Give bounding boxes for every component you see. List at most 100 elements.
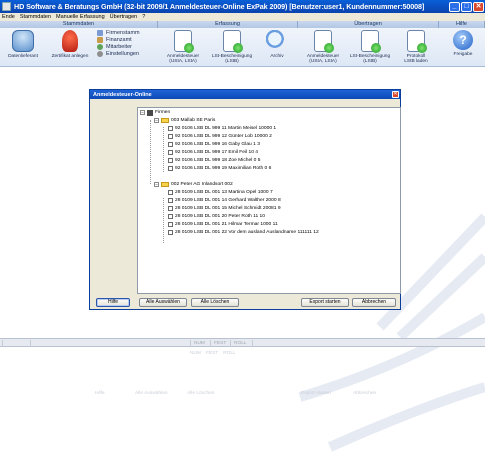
entry-checkbox[interactable] xyxy=(168,190,173,195)
group-header-erfassung: Erfassung xyxy=(158,21,298,28)
app-icon xyxy=(2,2,11,11)
tree-entry[interactable]: 28 0109 LSB DL 001 14 Gerhard Walther 20… xyxy=(168,197,281,204)
menu-stammdaten[interactable]: Stammdaten xyxy=(20,14,51,20)
tree-entry[interactable]: 28 0109 LSB DL 001 20 Peter Roth 11 10 xyxy=(168,213,265,220)
folder-icon xyxy=(161,182,169,187)
menu-manuelle-erfassung[interactable]: Manuelle Erfassung xyxy=(56,14,105,20)
collapse-icon[interactable]: − xyxy=(154,182,159,187)
entry-checkbox[interactable] xyxy=(168,214,173,219)
mitarbeiter-item[interactable]: Mitarbeiter xyxy=(97,44,140,50)
status-num: NUM xyxy=(190,340,210,347)
entry-checkbox[interactable] xyxy=(168,230,173,235)
document-check-icon xyxy=(223,30,243,53)
erfassung-anmeldesteuer-button[interactable]: Anmeldesteuer (UStA, LStA) xyxy=(160,30,206,64)
tree-firm-2[interactable]: − 002 Peter AG Inlandsort 002 xyxy=(154,181,233,188)
alle-auswaehlen-button[interactable]: Alle Auswählen xyxy=(139,298,187,307)
ghost-fest: FEST xyxy=(205,351,219,356)
window-controls: _ □ ✕ xyxy=(449,1,484,12)
company-root-icon xyxy=(147,109,153,116)
folder-icon xyxy=(161,118,169,123)
tree-line-firm-1 xyxy=(163,127,164,172)
tree-entry[interactable]: 28 0109 LSB DL 001 22 Vor dem ausland Au… xyxy=(168,229,319,236)
tree-line-firm-2 xyxy=(163,198,164,243)
erfassung-lstb-button[interactable]: LSt-Bescheinigung (LStB) xyxy=(209,30,255,64)
tree-entry[interactable]: 92 0106 LSB DL 999 18 Zoe Michel 0 5 xyxy=(168,157,260,164)
menu-ende[interactable]: Ende xyxy=(2,14,15,20)
finanzamt-item[interactable]: Finanzamt xyxy=(97,37,140,43)
ghost-abbrechen: Abbrechen xyxy=(353,391,377,396)
entry-label: 92 0106 LSB DL 999 16 Gaby Glau 1 3 xyxy=(175,142,260,147)
group-header-hilfe: Hilfe xyxy=(439,21,485,28)
einstellungen-item[interactable]: Einstellungen xyxy=(97,51,140,57)
document-download-icon xyxy=(407,30,427,53)
window-title: HD Software & Beratungs GmbH (32-bit 200… xyxy=(14,2,425,11)
tree-entry[interactable]: 92 0106 LSB DL 999 12 Günter Lob 10000 2 xyxy=(168,133,272,140)
entry-checkbox[interactable] xyxy=(168,166,173,171)
entry-label: 92 0106 LSB DL 999 11 Martin Meisel 1000… xyxy=(175,126,277,131)
ghost-alle-auswaehlen: Alle Auswählen xyxy=(135,391,168,396)
alle-loeschen-button[interactable]: Alle Löschen xyxy=(191,298,239,307)
finanzamt-label: Finanzamt xyxy=(106,37,132,43)
document-transfer-icon xyxy=(361,30,381,53)
anmeldesteuer-label: Anmeldesteuer (UStA, LStA) xyxy=(166,54,200,64)
tree-entry[interactable]: 92 0106 LSB DL 999 17 Emil Feil 10 4 xyxy=(168,149,258,156)
document-send-icon xyxy=(314,30,334,53)
firm-tree[interactable]: − Firmen − 003 Mallab SE Paris 92 0106 L… xyxy=(137,107,401,294)
tree-entry[interactable]: 92 0106 LSB DL 999 19 Maximilian Roth 0 … xyxy=(168,165,271,172)
ghost-status-row: NUM FEST ROLL xyxy=(190,351,236,356)
hilfe-button[interactable]: Hilfe xyxy=(96,298,130,307)
menu-help[interactable]: ? xyxy=(142,14,145,20)
search-icon xyxy=(266,30,288,52)
entry-checkbox[interactable] xyxy=(168,198,173,203)
firmenstamm-label: Firmenstamm xyxy=(106,30,140,36)
entry-checkbox[interactable] xyxy=(168,206,173,211)
firm-2-label: 002 Peter AG Inlandsort 002 xyxy=(171,182,233,187)
group-header-uebertragen: Übertragen xyxy=(298,21,439,28)
uebertragen-lstb-button[interactable]: LSt-Bescheinigung (LStB) xyxy=(347,30,393,64)
database-icon xyxy=(12,30,34,52)
people-icon xyxy=(97,44,103,50)
dialog-close-button[interactable]: ✕ xyxy=(392,91,399,98)
anmeldesteuer-dialog: Anmeldesteuer-Online ✕ − Firmen − 003 Ma… xyxy=(89,89,401,310)
tree-entry[interactable]: 28 0109 LSB DL 001 13 Martina Opel 1000 … xyxy=(168,189,273,196)
entry-label: 28 0109 LSB DL 001 20 Peter Roth 11 10 xyxy=(175,214,265,219)
zertifikat-anlegen-button[interactable]: Zertifikat anlegen xyxy=(47,30,93,59)
ghost-export: Export starten xyxy=(301,391,331,396)
maximize-button[interactable]: □ xyxy=(461,1,472,12)
entry-checkbox[interactable] xyxy=(168,134,173,139)
protokoll-button[interactable]: Protokoll LStB laden xyxy=(396,30,436,64)
tree-entry[interactable]: 28 0109 LSB DL 001 15 Michel Schmidt 200… xyxy=(168,205,281,212)
tree-root[interactable]: − Firmen xyxy=(140,109,170,116)
menu-uebertragen[interactable]: Übertragen xyxy=(110,14,138,20)
mitarbeiter-label: Mitarbeiter xyxy=(106,44,132,50)
minimize-button[interactable]: _ xyxy=(449,1,460,12)
tree-root-label: Firmen xyxy=(155,110,171,115)
freigabe-button[interactable]: ? Freigabe xyxy=(445,30,481,57)
document-add-icon xyxy=(174,30,194,53)
abbrechen-button[interactable]: Abbrechen xyxy=(352,298,396,307)
firmenstamm-item[interactable]: Firmenstamm xyxy=(97,30,140,36)
collapse-icon[interactable]: − xyxy=(140,110,145,115)
entry-checkbox[interactable] xyxy=(168,142,173,147)
status-fest: FEST xyxy=(210,340,230,347)
tree-entry[interactable]: 92 0106 LSB DL 999 11 Martin Meisel 1000… xyxy=(168,125,276,132)
close-button[interactable]: ✕ xyxy=(473,1,484,12)
tree-entry[interactable]: 92 0106 LSB DL 999 16 Gaby Glau 1 3 xyxy=(168,141,260,148)
tree-entry[interactable]: 28 0109 LSB DL 001 21 Hilmar Termar 1000… xyxy=(168,221,278,228)
title-bar: HD Software & Beratungs GmbH (32-bit 200… xyxy=(0,0,485,13)
uebertragen-anmeldesteuer-button[interactable]: Anmeldesteuer (UStA, LStA) xyxy=(300,30,346,64)
entry-label: 28 0109 LSB DL 001 15 Michel Schmidt 200… xyxy=(175,206,281,211)
datenlieferant-button[interactable]: Datenlieferant xyxy=(4,30,42,59)
entry-checkbox[interactable] xyxy=(168,158,173,163)
tree-firm-1[interactable]: − 003 Mallab SE Paris xyxy=(154,117,215,124)
entry-label: 92 0106 LSB DL 999 19 Maximilian Roth 0 … xyxy=(175,166,272,171)
help-icon: ? xyxy=(453,30,473,50)
entry-checkbox[interactable] xyxy=(168,126,173,131)
export-starten-button[interactable]: Export starten xyxy=(301,298,349,307)
dialog-title: Anmeldesteuer-Online xyxy=(93,91,152,98)
collapse-icon[interactable]: − xyxy=(154,118,159,123)
status-cell-message xyxy=(30,340,190,347)
archiv-button[interactable]: Archiv xyxy=(260,30,294,59)
entry-checkbox[interactable] xyxy=(168,150,173,155)
entry-checkbox[interactable] xyxy=(168,222,173,227)
